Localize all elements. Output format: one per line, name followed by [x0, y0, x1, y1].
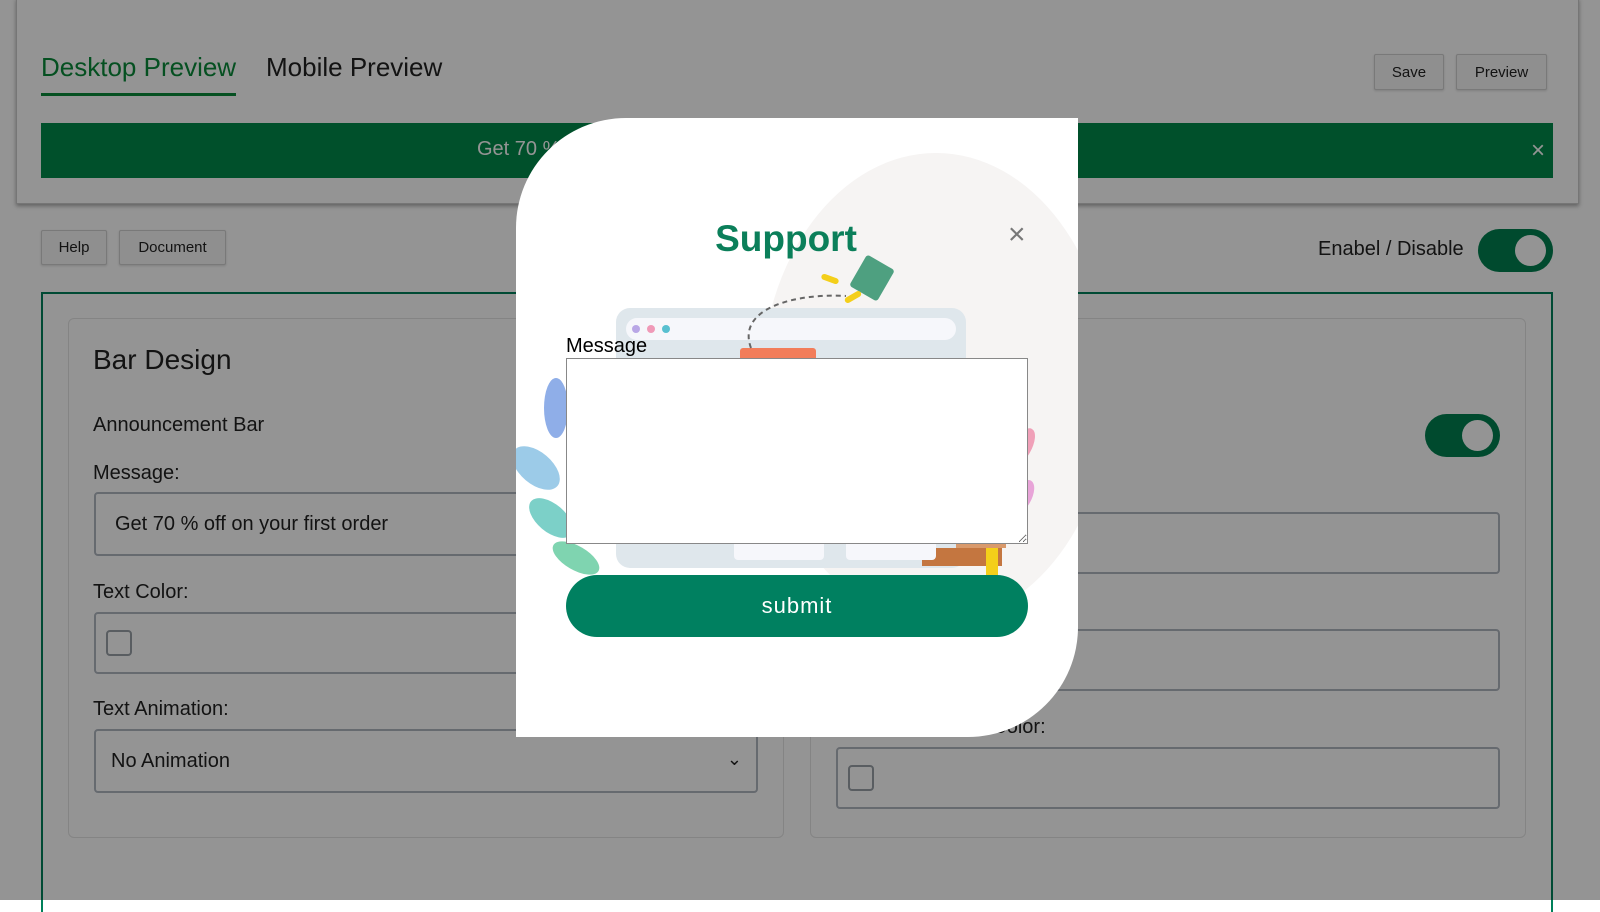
support-modal: Support × Message submit	[516, 118, 1078, 737]
message-textarea[interactable]	[566, 358, 1028, 544]
submit-button[interactable]: submit	[566, 575, 1028, 637]
close-icon[interactable]: ×	[1008, 218, 1026, 252]
message-label: Message	[566, 335, 648, 357]
modal-title: Support	[715, 218, 857, 259]
